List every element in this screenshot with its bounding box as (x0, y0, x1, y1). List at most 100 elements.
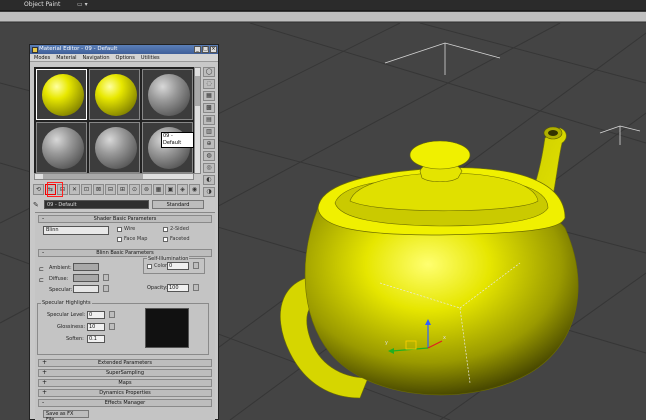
material-editor-app-icon (32, 46, 38, 53)
put-to-library-icon[interactable]: ⊟ (105, 184, 116, 195)
material-editor-window[interactable]: Material Editor - 09 - Default _ □ × Mod… (29, 44, 219, 420)
lock-icon[interactable]: ⊏ (39, 266, 44, 273)
sample-slot-2[interactable] (89, 69, 140, 120)
rollout-title: Shader Basic Parameters (93, 216, 157, 222)
material-sphere (42, 127, 84, 169)
dynamics-properties-rollout[interactable]: + Dynamics Properties (38, 389, 212, 397)
expand-icon: + (42, 379, 48, 386)
soften-label: Soften: (66, 336, 84, 342)
diffuse-color-swatch[interactable] (73, 274, 99, 282)
lock-icon[interactable]: ⊏ (39, 277, 44, 284)
specular-highlights-label: Specular Highlights (41, 300, 92, 306)
sample-slot-5[interactable] (89, 122, 140, 173)
slots-horizontal-scrollbar[interactable] (34, 173, 194, 180)
specular-map-button[interactable] (103, 285, 109, 292)
go-to-parent-icon[interactable]: ▦ (153, 184, 164, 195)
pick-from-object-icon[interactable]: ◈ (177, 184, 188, 195)
material-editor-title: Material Editor - 09 - Default (39, 46, 118, 52)
reset-map-icon[interactable]: ✕ (69, 184, 80, 195)
rollout-title: Maps (118, 380, 132, 386)
material-type-button[interactable]: Standard (152, 200, 204, 209)
extended-parameters-rollout[interactable]: + Extended Parameters (38, 359, 212, 367)
show-map-icon[interactable]: ⊙ (129, 184, 140, 195)
menu-navigation[interactable]: Navigation (83, 54, 110, 61)
collapse-icon: - (42, 215, 45, 222)
minimize-button[interactable]: _ (194, 46, 201, 53)
material-sphere (148, 74, 190, 116)
select-by-material-icon[interactable]: ◍ (203, 151, 215, 161)
material-name-field[interactable]: 09 - Default (44, 200, 149, 209)
svg-text:x: x (443, 335, 446, 341)
menu-modes[interactable]: Modes (34, 54, 50, 61)
material-effects-icon[interactable]: ◉ (189, 184, 200, 195)
opacity-value[interactable]: 100 (167, 284, 189, 292)
material-id-icon[interactable]: ⊞ (117, 184, 128, 195)
sample-slots: 09 - Default (34, 67, 194, 177)
glossiness-value[interactable]: 10 (87, 323, 105, 331)
video-check-icon[interactable]: ▤ (203, 115, 215, 125)
options-icon[interactable]: ⊕ (203, 139, 215, 149)
material-name-row: ✎ 09 - Default Standard (33, 199, 217, 210)
collapse-icon: - (42, 249, 45, 256)
opacity-map-button[interactable] (193, 284, 199, 291)
collapse-icon: - (42, 399, 45, 406)
glossiness-label: Glossiness: (57, 324, 86, 330)
expand-icon: + (42, 389, 48, 396)
object-paint-label[interactable]: Object Paint (24, 1, 60, 8)
ambient-color-swatch[interactable] (73, 263, 99, 271)
background-icon[interactable]: ▦ (203, 91, 215, 101)
self-illum-color-checkbox[interactable]: Color (147, 263, 167, 269)
scroll-thumb[interactable] (43, 174, 143, 179)
slots-vertical-scrollbar[interactable] (194, 67, 201, 174)
go-forward-icon[interactable]: ▣ (165, 184, 176, 195)
sample-type-icon[interactable]: ◯ (203, 67, 215, 77)
make-preview-icon[interactable]: ▥ (203, 127, 215, 137)
diffuse-map-button[interactable] (103, 274, 109, 281)
self-illum-map-button[interactable] (193, 262, 199, 269)
menu-material[interactable]: Material (56, 54, 76, 61)
glossiness-map-button[interactable] (109, 323, 115, 330)
two-sided-checkbox[interactable]: 2-Sided (163, 226, 189, 232)
expand-icon: + (42, 359, 48, 366)
specular-level-value[interactable]: 0 (87, 311, 105, 319)
effects-manager-rollout[interactable]: - Effects Manager (38, 399, 212, 407)
blinn-basic-body: Self-Illumination Color 0 ⊏ Ambient: ⊏ D… (35, 256, 215, 357)
slot-tooltip: 09 - Default (161, 132, 194, 148)
soften-value[interactable]: 0.1 (87, 335, 105, 343)
shader-dropdown[interactable]: Blinn (43, 226, 109, 235)
ambient-label: Ambient: (49, 265, 72, 271)
sample-slot-3[interactable] (142, 69, 193, 120)
make-copy-icon[interactable]: ⊡ (81, 184, 92, 195)
specular-color-swatch[interactable] (73, 285, 99, 293)
wire-checkbox[interactable]: Wire (117, 226, 135, 232)
self-illum-value[interactable]: 0 (167, 262, 189, 270)
sample-slot-4[interactable] (36, 122, 87, 173)
shader-basic-rollout[interactable]: - Shader Basic Parameters (38, 215, 212, 223)
face-map-checkbox[interactable]: Face Map (117, 236, 147, 242)
material-sphere (42, 74, 84, 116)
maps-rollout[interactable]: + Maps (38, 379, 212, 387)
menu-utilities[interactable]: Utilities (141, 54, 160, 61)
make-unique-icon[interactable]: ⊠ (93, 184, 104, 195)
specular-level-map-button[interactable] (109, 311, 115, 318)
uv-tiling-icon[interactable]: ▩ (203, 103, 215, 113)
get-material-icon[interactable]: ⟲ (33, 184, 44, 195)
save-fx-file-button[interactable]: Save as FX File... (43, 410, 89, 420)
show-end-result-icon[interactable]: ⊚ (141, 184, 152, 195)
selection-dropdown[interactable]: ▭ ▾ (77, 1, 88, 8)
sample-slot-1[interactable] (36, 69, 87, 120)
material-navigator-icon[interactable]: ◎ (203, 163, 215, 173)
opacity-label: Opacity: (147, 285, 168, 291)
faceted-checkbox[interactable]: Faceted (163, 236, 190, 242)
specular-level-label: Specular Level: (47, 312, 86, 318)
close-button[interactable]: × (210, 46, 217, 53)
supersampling-rollout[interactable]: + SuperSampling (38, 369, 212, 377)
eyedropper-icon[interactable]: ✎ (33, 201, 41, 209)
svg-text:y: y (385, 340, 388, 346)
backlight-icon[interactable]: ◌ (203, 79, 215, 89)
menu-options[interactable]: Options (116, 54, 135, 61)
maximize-button[interactable]: □ (202, 46, 209, 53)
scroll-thumb[interactable] (195, 76, 200, 106)
material-editor-titlebar[interactable]: Material Editor - 09 - Default _ □ × (30, 45, 218, 54)
window-controls: _ □ × (194, 46, 217, 53)
